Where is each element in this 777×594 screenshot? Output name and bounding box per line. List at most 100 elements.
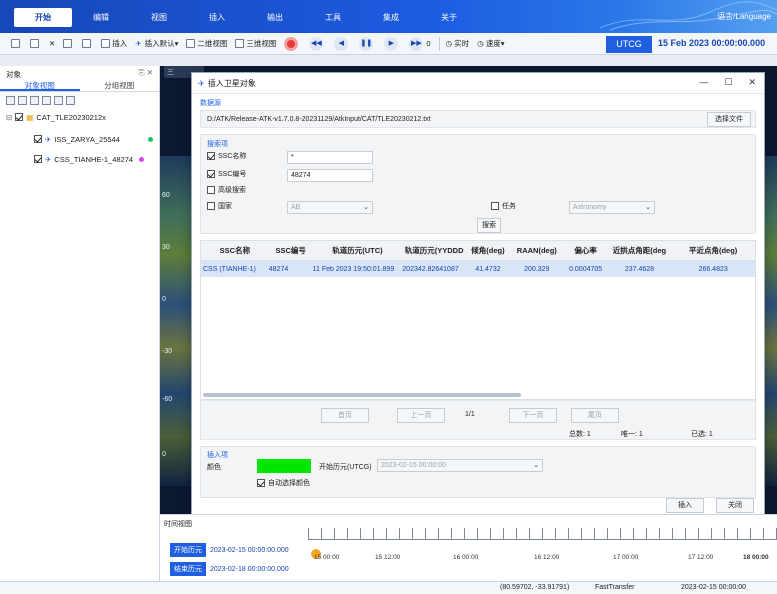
- close-icon[interactable]: ✕: [748, 77, 756, 88]
- satellite-icon: ✈: [198, 78, 205, 88]
- mission-option[interactable]: 任务: [491, 201, 516, 211]
- end-epoch-value[interactable]: 2023-02-18 00:00:00.000: [210, 566, 289, 573]
- dialog-titlebar[interactable]: ✈ 插入卫星对象 — ☐ ✕: [192, 73, 764, 94]
- column-header[interactable]: RAAN(deg): [510, 246, 564, 255]
- menu-tab-tools[interactable]: 工具: [304, 8, 362, 27]
- insert-default-button[interactable]: ✈ 插入默认▾: [132, 35, 181, 53]
- time-system-button[interactable]: UTCG: [606, 36, 652, 53]
- search-section-title: 搜索项: [207, 141, 228, 148]
- horizontal-scrollbar[interactable]: [203, 393, 521, 397]
- menu-tab-about[interactable]: 关于: [420, 8, 478, 27]
- mission-select[interactable]: Astronomy ⌄: [569, 201, 655, 214]
- choose-file-button[interactable]: 选择文件: [707, 112, 751, 127]
- table-row[interactable]: CSS (TIANHE-1) 48274 11 Feb 2023 19:50:0…: [201, 261, 755, 277]
- prev-page-button[interactable]: 上一页: [397, 408, 445, 423]
- start-epoch-value[interactable]: 2023-02-15 00:00:00.000: [210, 547, 289, 554]
- start-epoch-select[interactable]: 2023-02-15 00:00:00 ⌄: [377, 459, 543, 472]
- step-value[interactable]: 0: [426, 39, 430, 48]
- pager: 首页 上一页 1/1 下一页 尾页 总数: 1 唯一: 1 已选: 1: [200, 400, 756, 440]
- column-header[interactable]: 轨道历元(YYDDD: [402, 245, 466, 256]
- panel-float-close-icon[interactable]: ⎘ ✕: [139, 68, 153, 78]
- ssc-number-option[interactable]: SSC编号: [207, 169, 246, 179]
- view-2d-button[interactable]: 二维视图: [183, 35, 230, 53]
- country-select[interactable]: AB ⌄: [287, 201, 373, 214]
- ssc-number-input[interactable]: 48274: [287, 169, 373, 182]
- tree-item-satellite[interactable]: ✈ CSS_TIANHE-1_48274: [0, 151, 159, 167]
- maximize-icon[interactable]: ☐: [724, 77, 732, 88]
- first-page-button[interactable]: 首页: [321, 408, 369, 423]
- close-icon[interactable]: ✕: [46, 35, 58, 53]
- rewind-button[interactable]: ◀◀: [306, 35, 329, 53]
- lat-label: 0: [162, 296, 166, 303]
- copy-icon[interactable]: [42, 96, 51, 105]
- insert-button[interactable]: 插入: [98, 35, 130, 53]
- ssc-name-option[interactable]: SSC名称: [207, 151, 246, 161]
- search-button[interactable]: 搜索: [477, 218, 501, 233]
- country-option[interactable]: 国家: [207, 201, 232, 211]
- catalog-checkbox[interactable]: [15, 113, 24, 121]
- satellite-checkbox[interactable]: [34, 135, 42, 143]
- menu-tab-edit[interactable]: 编辑: [72, 8, 130, 27]
- satellite-icon: ✈: [45, 154, 52, 164]
- menu-tab-start[interactable]: 开始: [14, 8, 72, 27]
- close-button[interactable]: 关闭: [716, 498, 754, 513]
- speed-dropdown[interactable]: ◷ 速度▾: [474, 35, 507, 53]
- column-header[interactable]: 平近点角(deg): [671, 245, 755, 256]
- open-icon[interactable]: [27, 35, 44, 53]
- menu-tab-view[interactable]: 视图: [130, 8, 188, 27]
- ssc-name-input[interactable]: *: [287, 151, 373, 164]
- step-back-button[interactable]: ◀: [331, 35, 354, 53]
- column-header[interactable]: SSC名称: [201, 245, 269, 256]
- menu-tab-integration[interactable]: 集成: [362, 8, 420, 27]
- menu-tab-insert[interactable]: 插入: [188, 8, 246, 27]
- last-page-button[interactable]: 尾页: [571, 408, 619, 423]
- ssc-number-checkbox[interactable]: [207, 170, 215, 178]
- play-button[interactable]: ▶: [381, 35, 404, 53]
- save-icon[interactable]: [60, 35, 77, 53]
- mission-checkbox[interactable]: [491, 202, 499, 210]
- collapse-icon[interactable]: ⊟: [6, 113, 12, 122]
- column-header[interactable]: 偏心率: [564, 245, 608, 256]
- tab-object-view[interactable]: 对象视图: [0, 80, 80, 91]
- properties-icon[interactable]: [30, 96, 39, 105]
- pause-button[interactable]: ❚❚: [356, 35, 379, 53]
- delete-icon[interactable]: [54, 96, 63, 105]
- map-icon: [186, 39, 196, 48]
- view-3d-button[interactable]: 三维视图: [232, 35, 279, 53]
- column-header[interactable]: SSC编号: [269, 245, 313, 256]
- color-label: 颜色: [207, 464, 221, 471]
- color-swatch[interactable]: [257, 459, 311, 473]
- realtime-button[interactable]: ◷ 实时: [443, 35, 473, 53]
- column-header[interactable]: 倾角(deg): [466, 245, 510, 256]
- clock-icon: ◷: [445, 39, 455, 48]
- insert-button[interactable]: 插入: [666, 498, 704, 513]
- report-icon[interactable]: [66, 96, 75, 105]
- new-icon[interactable]: [8, 35, 25, 53]
- column-header[interactable]: 轨道历元(UTC): [313, 245, 403, 256]
- advanced-search-option[interactable]: 高级搜索: [207, 185, 246, 195]
- auto-color-option[interactable]: 自动选择颜色: [257, 478, 310, 488]
- auto-color-checkbox[interactable]: [257, 479, 265, 487]
- table-cell: 200.329: [524, 265, 550, 273]
- country-checkbox[interactable]: [207, 202, 215, 210]
- tree-item-catalog[interactable]: ⊟ ▦ CAT_TLE20230212x: [0, 109, 159, 125]
- save-as-icon[interactable]: [79, 35, 96, 53]
- ssc-name-checkbox[interactable]: [207, 152, 215, 160]
- tick-label: 16 12:00: [534, 554, 560, 561]
- settings-icon[interactable]: [18, 96, 27, 105]
- minimize-icon[interactable]: —: [699, 77, 708, 88]
- language-switch[interactable]: 语言/Language: [717, 11, 771, 22]
- advanced-search-checkbox[interactable]: [207, 186, 215, 194]
- tree-item-satellite[interactable]: ✈ ISS_ZARYA_25544: [0, 131, 159, 147]
- timeline-ruler[interactable]: [308, 528, 777, 540]
- record-button[interactable]: [281, 35, 304, 53]
- next-page-button[interactable]: 下一页: [509, 408, 557, 423]
- column-header[interactable]: 近拱点角距(deg: [608, 245, 672, 256]
- tick-label: 17 00:00: [613, 554, 639, 561]
- chevron-down-icon: ⌄: [363, 204, 369, 211]
- satellite-checkbox[interactable]: [34, 155, 42, 163]
- new-object-icon[interactable]: [6, 96, 15, 105]
- menu-tab-output[interactable]: 输出: [246, 8, 304, 27]
- tab-group-view[interactable]: 分组视图: [80, 80, 160, 91]
- fast-forward-button[interactable]: ▶▶ 0: [406, 35, 433, 53]
